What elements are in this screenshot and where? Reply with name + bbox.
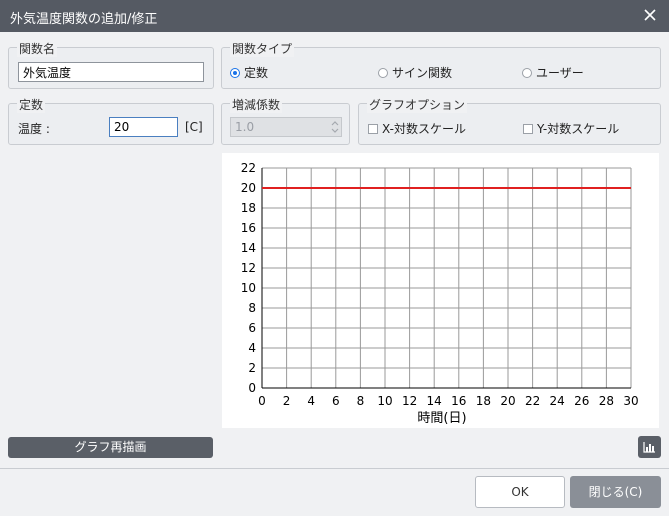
- x-tick-label: 14: [427, 394, 442, 408]
- close-button[interactable]: 閉じる(C): [570, 476, 661, 508]
- coefficient-legend: 増減係数: [230, 96, 283, 113]
- temperature-input[interactable]: [109, 117, 178, 137]
- x-tick-label: 28: [599, 394, 614, 408]
- coefficient-input: [230, 117, 342, 137]
- spinner-arrows-icon: [331, 121, 339, 133]
- y-tick-label: 2: [248, 361, 256, 375]
- close-label: 閉じる(C): [588, 485, 643, 499]
- x-tick-label: 20: [500, 394, 515, 408]
- y-tick-label: 10: [241, 281, 256, 295]
- x-tick-label: 24: [550, 394, 565, 408]
- graph-options-legend: グラフオプション: [367, 96, 468, 113]
- constant-legend: 定数: [17, 96, 46, 113]
- ok-button[interactable]: OK: [475, 476, 565, 508]
- x-tick-label: 2: [283, 394, 291, 408]
- x-tick-label: 22: [525, 394, 540, 408]
- ok-label: OK: [511, 485, 529, 499]
- chart-grid: [261, 167, 632, 389]
- title-bar: 外気温度関数の追加/修正: [0, 0, 669, 32]
- radio-sine-label: サイン関数: [392, 66, 453, 80]
- bar-chart-icon: [643, 442, 655, 453]
- x-tick-label: 10: [377, 394, 392, 408]
- close-icon[interactable]: [641, 6, 659, 24]
- chart-area: 0 2 4 6 8 10 12 14 16 18 20 22 24 26 28 30 0 2 4 6 8 10 12 14 1…: [222, 153, 659, 428]
- y-tick-labels: 0 2 4 6 8 10 12 14 16 18 20 22: [241, 161, 256, 395]
- x-tick-label: 0: [258, 394, 266, 408]
- function-name-group: 関数名: [8, 40, 214, 89]
- x-tick-label: 30: [623, 394, 638, 408]
- radio-constant-dot: [230, 67, 240, 78]
- coefficient-group: 増減係数: [221, 96, 350, 145]
- y-log-box: [523, 123, 533, 134]
- function-name-input[interactable]: [18, 62, 204, 82]
- temperature-chart: 0 2 4 6 8 10 12 14 16 18 20 22 24 26 28 30 024681012141…: [241, 161, 639, 426]
- x-tick-label: 12: [402, 394, 417, 408]
- x-tick-label: 8: [357, 394, 365, 408]
- y-tick-label: 14: [241, 241, 256, 255]
- x-tick-labels: 0 2 4 6 8 10 12 14 16 18 20 22 24 26 28 30: [258, 394, 638, 408]
- redraw-graph-button[interactable]: グラフ再描画: [8, 437, 213, 458]
- x-tick-label: 6: [332, 394, 340, 408]
- function-type-group: 関数タイプ 定数 サイン関数 ユーザー: [221, 40, 661, 89]
- x-axis-label: 時間(日): [417, 411, 466, 426]
- y-tick-label: 12: [241, 261, 256, 275]
- chart-options-button[interactable]: [638, 436, 661, 458]
- temperature-unit: [C]: [185, 120, 203, 134]
- radio-constant[interactable]: 定数: [230, 64, 268, 81]
- y-tick-label: 20: [241, 181, 256, 195]
- x-log-box: [368, 123, 378, 134]
- radio-user[interactable]: ユーザー: [522, 64, 584, 81]
- radio-constant-label: 定数: [244, 66, 269, 80]
- graph-options-group: グラフオプション X-対数スケール Y-対数スケール: [358, 96, 661, 145]
- window-title: 外気温度関数の追加/修正: [10, 12, 158, 27]
- function-type-legend: 関数タイプ: [230, 40, 295, 57]
- redraw-graph-label: グラフ再描画: [74, 440, 147, 454]
- y-tick-label: 8: [248, 301, 256, 315]
- y-tick-label: 16: [241, 221, 256, 235]
- footer-divider: [0, 468, 669, 469]
- radio-user-label: ユーザー: [536, 66, 584, 80]
- temperature-label: 温度 :: [18, 122, 50, 136]
- radio-user-dot: [522, 67, 532, 78]
- function-name-legend: 関数名: [17, 40, 58, 57]
- constant-group: 定数 温度 : [C]: [8, 96, 214, 145]
- x-tick-label: 16: [451, 394, 466, 408]
- y-tick-label: 0: [248, 381, 256, 395]
- x-log-label: X-対数スケール: [382, 122, 466, 136]
- x-tick-label: 18: [476, 394, 491, 408]
- y-tick-label: 4: [248, 341, 256, 355]
- x-log-checkbox[interactable]: X-対数スケール: [368, 120, 466, 137]
- y-tick-label: 6: [248, 321, 256, 335]
- x-tick-label: 4: [307, 394, 315, 408]
- y-tick-label: 22: [241, 161, 256, 175]
- y-log-label: Y-対数スケール: [537, 122, 620, 136]
- y-log-checkbox[interactable]: Y-対数スケール: [523, 120, 619, 137]
- radio-sine[interactable]: サイン関数: [378, 64, 452, 81]
- radio-sine-dot: [378, 67, 388, 78]
- x-tick-label: 26: [574, 394, 589, 408]
- y-tick-label: 18: [241, 201, 256, 215]
